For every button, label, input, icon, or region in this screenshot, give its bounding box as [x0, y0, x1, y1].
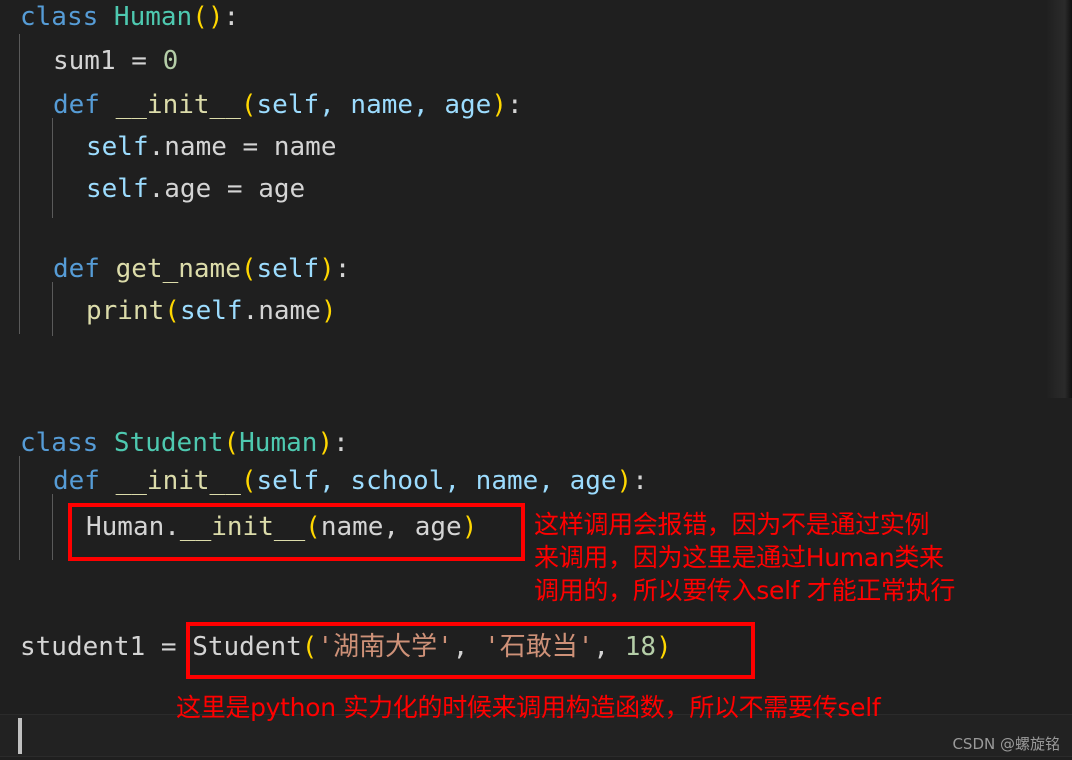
code-token: =: [160, 632, 193, 662]
code-token: :: [334, 254, 351, 284]
code-line[interactable]: def get_name(self):: [53, 252, 350, 286]
code-token: = name: [242, 132, 337, 162]
code-token: :: [506, 90, 523, 120]
code-token: .name: [148, 132, 243, 162]
code-editor[interactable]: class Human(): sum1 = 0 def __init__(self,…: [0, 0, 1072, 760]
code-token: __init__: [115, 90, 241, 120]
code-token: 18: [624, 632, 656, 662]
code-token: ): [319, 254, 335, 284]
code-token: name, age: [320, 512, 462, 542]
code-token: (: [301, 632, 318, 662]
code-line[interactable]: def __init__(self, school, name, age):: [53, 464, 648, 498]
code-token: self, school, name, age: [256, 466, 617, 496]
code-token: self: [86, 132, 149, 162]
code-token: Human: [113, 2, 193, 32]
code-token: =: [131, 46, 163, 76]
code-token: def: [53, 466, 116, 496]
code-token: def: [53, 254, 116, 284]
code-token: Student: [192, 632, 302, 662]
code-token: sum1: [53, 46, 132, 76]
code-token: Human.: [86, 512, 180, 542]
code-token: ,: [593, 632, 625, 662]
code-token: class: [20, 428, 114, 458]
code-content[interactable]: class Human(): sum1 = 0 def __init__(self,…: [0, 0, 1072, 760]
code-token: ): [461, 512, 478, 542]
code-token: self: [86, 174, 149, 204]
code-token: Student: [113, 428, 224, 458]
code-token: ): [616, 466, 633, 496]
code-token: print: [86, 296, 165, 326]
code-token: __init__: [115, 466, 241, 496]
code-token: ,: [452, 632, 485, 662]
watermark: CSDN @螺旋铭: [952, 735, 1060, 753]
code-line[interactable]: class Human():: [20, 0, 239, 34]
code-token: class: [20, 2, 114, 32]
code-token: def: [53, 90, 116, 120]
code-token: .name: [242, 296, 321, 326]
annotation-right-line-3: 调用的，所以要传入self 才能正常执行: [534, 576, 956, 605]
code-token: (: [240, 90, 257, 120]
code-token: (: [164, 296, 180, 326]
code-line[interactable]: class Student(Human):: [20, 426, 349, 460]
code-line[interactable]: self.age = age: [86, 172, 305, 206]
code-token: '湖南大学': [317, 632, 453, 662]
code-token: (: [240, 254, 257, 284]
code-token: (): [192, 2, 224, 32]
annotation-bottom-line-1: 这里是python 实力化的时候来调用构造函数，所以不需要传self: [176, 693, 881, 722]
code-token: ): [320, 296, 337, 326]
code-line[interactable]: print(self.name): [86, 294, 337, 328]
code-token: '石敢当': [484, 632, 594, 662]
code-token: student1: [20, 632, 161, 662]
code-token: = age: [226, 174, 306, 204]
code-token: 0: [162, 46, 179, 76]
code-line[interactable]: sum1 = 0: [53, 44, 178, 78]
code-token: :: [223, 2, 240, 32]
code-token: :: [333, 428, 349, 458]
code-token: self: [256, 254, 320, 284]
code-token: ): [656, 632, 672, 662]
code-token: :: [632, 466, 648, 496]
code-line[interactable]: self.name = name: [86, 130, 336, 164]
code-token: self: [179, 296, 243, 326]
code-token: __init__: [179, 512, 306, 542]
code-token: self, name, age: [256, 90, 492, 120]
code-token: (: [223, 428, 240, 458]
code-line[interactable]: def __init__(self, name, age):: [53, 88, 523, 122]
code-line[interactable]: student1 = Student('湖南大学', '石敢当', 18): [20, 630, 672, 664]
code-token: get_name: [115, 254, 241, 284]
code-token: ): [491, 90, 507, 120]
code-token: (: [305, 512, 321, 542]
code-token: .age: [148, 174, 227, 204]
annotation-right-line-1: 这样调用会报错，因为不是通过实例: [534, 510, 930, 539]
annotation-right-line-2: 来调用，因为这里是通过Human类来: [534, 543, 944, 572]
code-token: ): [317, 428, 334, 458]
code-token: (: [240, 466, 257, 496]
code-token: Human: [239, 428, 318, 458]
code-line[interactable]: Human.__init__(name, age): [86, 510, 477, 544]
